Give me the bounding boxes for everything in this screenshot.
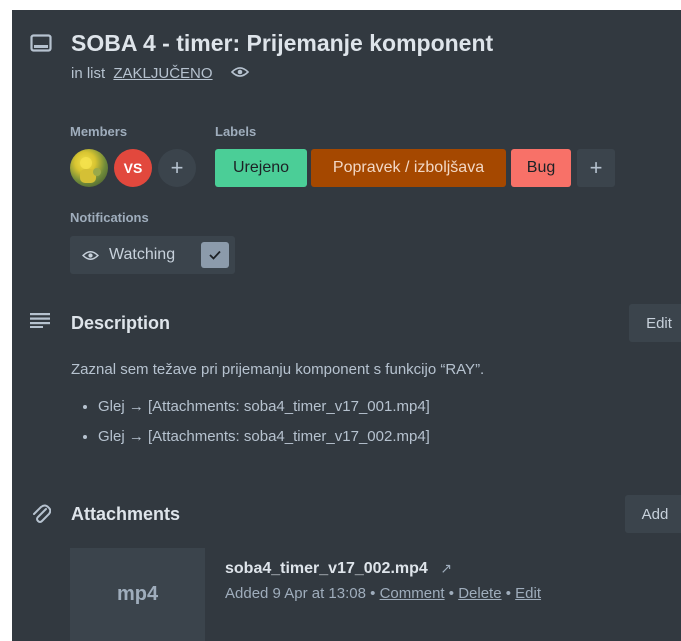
in-list-prefix: in list xyxy=(71,65,106,82)
paperclip-icon xyxy=(31,503,52,530)
add-attachment-button[interactable]: Add xyxy=(625,495,681,533)
description-heading: Description xyxy=(71,313,171,333)
card-list-info: in list ZAKLJUČENO xyxy=(71,65,249,83)
add-label-button[interactable]: + xyxy=(577,149,615,187)
labels-heading: Labels xyxy=(215,124,257,139)
watch-button[interactable]: Watching xyxy=(70,236,235,274)
separator: • xyxy=(448,585,455,602)
watch-label: Watching xyxy=(109,246,176,263)
avatar-vs[interactable]: VS xyxy=(114,149,152,187)
edit-description-button[interactable]: Edit xyxy=(629,304,681,342)
attachments-heading: Attachments xyxy=(71,504,181,524)
label-popravek[interactable]: Popravek / izboljšava xyxy=(311,149,506,187)
list-item: Glej → [Attachments: soba4_timer_v17_002… xyxy=(98,428,430,458)
description-list: Glej → [Attachments: soba4_timer_v17_001… xyxy=(82,398,430,458)
eye-icon xyxy=(82,249,99,262)
add-member-button[interactable]: + xyxy=(158,149,196,187)
label-urejeno[interactable]: Urejeno xyxy=(215,149,307,187)
attachment-added: Added 9 Apr at 13:08 xyxy=(225,585,366,602)
avatar[interactable] xyxy=(70,149,108,187)
description-icon xyxy=(30,312,50,333)
card-detail-panel: SOBA 4 - timer: Prijemanje komponent in … xyxy=(12,10,681,641)
check-icon xyxy=(201,242,229,268)
external-link-icon[interactable]: ↗ xyxy=(440,560,452,576)
delete-link[interactable]: Delete xyxy=(458,585,501,602)
attachment-meta: Added 9 Apr at 13:08 • Comment • Delete … xyxy=(225,585,541,602)
separator: • xyxy=(505,585,511,602)
members-heading: Members xyxy=(70,124,128,139)
attachment-thumbnail[interactable]: mp4 xyxy=(70,548,205,641)
notifications-heading: Notifications xyxy=(70,210,149,225)
list-name-link[interactable]: ZAKLJUČENO xyxy=(113,65,212,82)
edit-attachment-link[interactable]: Edit xyxy=(515,585,541,602)
comment-link[interactable]: Comment xyxy=(380,585,445,602)
card-title[interactable]: SOBA 4 - timer: Prijemanje komponent xyxy=(71,30,493,57)
separator: • xyxy=(370,585,376,602)
description-text: Zaznal sem težave pri prijemanju kompone… xyxy=(71,361,485,378)
list-item: Glej → [Attachments: soba4_timer_v17_001… xyxy=(98,398,430,428)
attachment-filename[interactable]: soba4_timer_v17_002.mp4 xyxy=(225,560,428,577)
label-bug[interactable]: Bug xyxy=(511,149,571,187)
card-icon xyxy=(30,34,52,59)
eye-icon xyxy=(230,65,249,83)
attachment-name[interactable]: soba4_timer_v17_002.mp4 ↗ xyxy=(225,560,452,578)
